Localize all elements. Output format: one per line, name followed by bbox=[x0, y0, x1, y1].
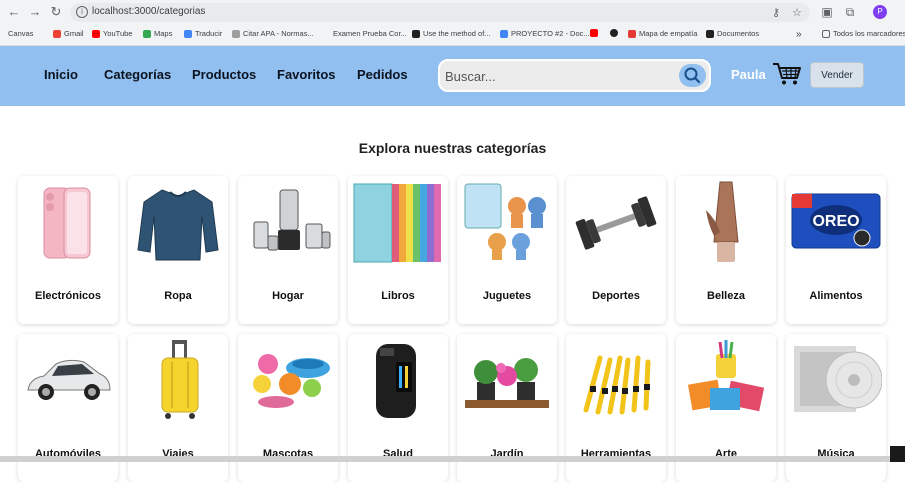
search-icon bbox=[684, 67, 701, 84]
kitchen-appliance-icon bbox=[253, 189, 331, 251]
more-bookmarks-button[interactable]: » bbox=[796, 29, 802, 40]
bookmark-translate[interactable]: Traducir bbox=[184, 29, 222, 38]
nav-productos[interactable]: Productos bbox=[192, 67, 256, 82]
user-name[interactable]: Paula bbox=[731, 67, 766, 82]
scrollbar-corner bbox=[890, 446, 905, 462]
reload-icon[interactable]: ↻ bbox=[48, 4, 64, 20]
art-supplies-icon bbox=[687, 340, 765, 412]
translate-icon bbox=[184, 29, 192, 38]
all-bookmarks-folder[interactable]: Todos los marcadores bbox=[822, 29, 905, 38]
youtube-icon bbox=[92, 29, 100, 38]
search-button[interactable] bbox=[679, 64, 706, 87]
bookmark-youtube[interactable]: YouTube bbox=[92, 29, 132, 38]
profile-avatar[interactable]: P bbox=[873, 5, 887, 19]
bookmark-empathy-map[interactable]: Mapa de empatía bbox=[628, 29, 697, 38]
apa-icon bbox=[232, 29, 240, 38]
bookmark-maps[interactable]: Maps bbox=[143, 29, 172, 38]
search-bar bbox=[438, 59, 711, 92]
horizontal-scrollbar[interactable] bbox=[0, 456, 890, 462]
browser-chrome: ← → ↻ i localhost:3000/categorias ⚷ ☆ ▣ … bbox=[0, 0, 905, 46]
browser-toolbar: ← → ↻ i localhost:3000/categorias ⚷ ☆ ▣ … bbox=[0, 0, 905, 24]
vinyl-record-icon bbox=[794, 346, 882, 412]
svg-text:OREO: OREO bbox=[812, 213, 859, 230]
url-text: localhost:3000/categorias bbox=[92, 6, 206, 17]
nav-favoritos[interactable]: Favoritos bbox=[277, 67, 336, 82]
bookmark-method[interactable]: Use the method of... bbox=[412, 29, 491, 38]
category-label: Electrónicos bbox=[34, 290, 102, 302]
category-label: Libros bbox=[381, 290, 415, 302]
search-input[interactable] bbox=[445, 66, 670, 86]
nav-categorias[interactable]: Categorías bbox=[104, 67, 171, 82]
category-card-electronicos[interactable]: Electrónicos bbox=[18, 176, 118, 324]
bookmarks-bar: Canvas Gmail YouTube Maps Traducir Citar… bbox=[0, 26, 905, 44]
pet-toys-icon bbox=[253, 354, 330, 408]
site-header: Inicio Categorías Productos Favoritos Pe… bbox=[0, 46, 905, 106]
category-card-alimentos[interactable]: OREO Alimentos bbox=[786, 176, 886, 324]
extensions-icon[interactable]: ⧉ bbox=[842, 4, 858, 20]
shopping-cart-icon bbox=[773, 63, 801, 85]
link-icon bbox=[628, 29, 636, 38]
bookmark-apa[interactable]: Citar APA - Normas... bbox=[232, 29, 314, 38]
key-icon[interactable]: ⚷ bbox=[772, 6, 780, 19]
youtube-icon bbox=[590, 29, 598, 37]
maps-icon bbox=[143, 29, 151, 38]
star-icon[interactable]: ☆ bbox=[792, 6, 802, 19]
cart-button[interactable] bbox=[772, 62, 802, 86]
back-arrow-icon[interactable]: ← bbox=[6, 4, 22, 20]
folder-icon bbox=[822, 29, 830, 38]
category-card-belleza[interactable]: Belleza bbox=[676, 176, 776, 324]
nav-inicio[interactable]: Inicio bbox=[44, 67, 78, 82]
page-title: Explora nuestras categorías bbox=[358, 140, 547, 156]
bookmark-documents[interactable]: Documentos bbox=[706, 29, 759, 38]
category-card-hogar[interactable]: Hogar bbox=[238, 176, 338, 324]
bookmark-proyecto[interactable]: PROYECTO #2 - Doc... bbox=[500, 29, 590, 38]
category-card-libros[interactable]: Libros bbox=[348, 176, 448, 324]
books-icon bbox=[353, 183, 441, 263]
address-bar[interactable]: i localhost:3000/categorias ⚷ ☆ bbox=[70, 3, 810, 22]
category-label: Juguetes bbox=[482, 290, 532, 302]
cookies-icon: OREO bbox=[791, 193, 881, 249]
bookmark-gmail[interactable]: Gmail bbox=[53, 29, 84, 38]
docs-icon bbox=[500, 29, 508, 38]
globe-icon bbox=[610, 29, 618, 37]
bookmark-globe[interactable] bbox=[610, 29, 618, 37]
plants-icon bbox=[465, 358, 549, 408]
nav-pedidos[interactable]: Pedidos bbox=[357, 67, 408, 82]
category-label: Deportes bbox=[592, 290, 640, 302]
dumbbell-icon bbox=[575, 196, 657, 250]
category-card-juguetes[interactable]: Juguetes bbox=[457, 176, 557, 324]
gmail-icon bbox=[53, 29, 61, 38]
bookmark-youtube-2[interactable] bbox=[590, 29, 598, 37]
forward-arrow-icon[interactable]: → bbox=[27, 4, 43, 20]
save-icon[interactable]: ▣ bbox=[819, 4, 835, 20]
bookmark-canvas[interactable]: Canvas bbox=[8, 29, 33, 38]
suitcase-icon bbox=[161, 340, 199, 419]
oximeter-icon bbox=[376, 344, 416, 418]
category-card-ropa[interactable]: Ropa bbox=[128, 176, 228, 324]
category-label: Hogar bbox=[272, 290, 304, 302]
category-label: Alimentos bbox=[809, 290, 863, 302]
notion-icon bbox=[706, 29, 714, 38]
site-info-icon[interactable]: i bbox=[76, 6, 88, 18]
car-icon bbox=[27, 359, 111, 400]
bookmark-exam[interactable]: Examen Prueba Cor... bbox=[333, 29, 407, 38]
sweater-icon bbox=[137, 189, 219, 261]
sell-button[interactable]: Vender bbox=[810, 62, 864, 88]
screwdrivers-icon bbox=[583, 355, 651, 415]
category-card-deportes[interactable]: Deportes bbox=[566, 176, 666, 324]
cosmetic-tube-icon bbox=[706, 181, 739, 262]
phone-icon bbox=[43, 187, 91, 259]
category-label: Ropa bbox=[164, 290, 192, 302]
category-label: Belleza bbox=[707, 290, 745, 302]
toys-icon bbox=[464, 183, 546, 260]
page-icon bbox=[412, 29, 420, 38]
